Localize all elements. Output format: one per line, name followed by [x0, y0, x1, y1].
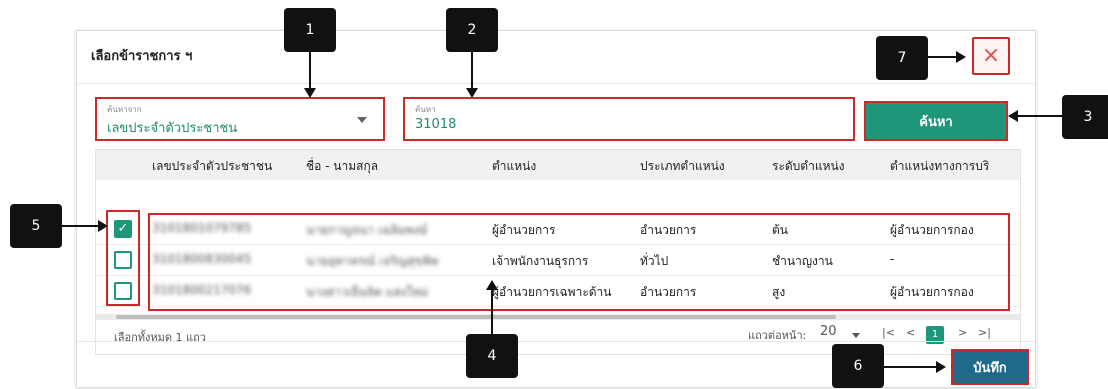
search-input-label: ค้นหา — [415, 105, 436, 114]
callout-7: 7 — [876, 36, 928, 80]
chevron-down-icon — [357, 117, 367, 123]
callout-3-line — [1016, 115, 1062, 117]
arrow-down-icon — [304, 88, 316, 98]
results-table: เลขประจำตัวประชาชน ชื่อ - นามสกุล ตำแหน่… — [95, 149, 1021, 355]
column-header-position-level[interactable]: ระดับตำแหน่ง — [772, 157, 845, 176]
search-source-value: เลขประจำตัวประชาชน — [107, 121, 238, 136]
column-header-position-type[interactable]: ประเภทตำแหน่ง — [640, 157, 725, 176]
footer-divider — [77, 341, 1035, 342]
column-header-admin-position[interactable]: ตำแหน่งทางการบริ — [890, 157, 989, 176]
callout-7-line — [928, 56, 958, 58]
table-header: เลขประจำตัวประชาชน ชื่อ - นามสกุล ตำแหน่… — [96, 150, 1020, 180]
rows-highlight — [148, 213, 1010, 311]
arrow-up-icon — [486, 280, 498, 290]
arrow-left-icon — [1008, 110, 1018, 122]
callout-6: 6 — [832, 344, 884, 388]
callout-6-line — [884, 366, 938, 368]
callout-5: 5 — [10, 204, 62, 248]
callout-2-line — [471, 52, 473, 90]
checkbox-highlight — [106, 210, 140, 306]
callout-2: 2 — [446, 8, 498, 52]
callout-1: 1 — [284, 8, 336, 52]
arrow-down-icon — [466, 88, 478, 98]
last-page-button[interactable]: >| — [978, 326, 991, 346]
arrow-right-icon — [956, 51, 966, 63]
scrollbar-thumb[interactable] — [116, 315, 836, 319]
close-icon: × — [981, 43, 1001, 68]
search-source-select[interactable]: ค้นหาจาก เลขประจำตัวประชาชน — [95, 97, 385, 141]
column-header-name[interactable]: ชื่อ - นามสกุล — [306, 157, 378, 176]
rows-per-page-label: แถวต่อหน้า: — [748, 329, 807, 342]
header-divider — [77, 83, 1035, 84]
callout-3: 3 — [1062, 95, 1108, 139]
first-page-button[interactable]: |< — [882, 326, 895, 346]
callout-1-line — [309, 52, 311, 90]
callout-4-line — [491, 288, 493, 334]
arrow-right-icon — [936, 361, 946, 373]
search-button[interactable]: ค้นหา — [864, 101, 1008, 141]
close-button[interactable]: × — [972, 37, 1010, 75]
column-header-position[interactable]: ตำแหน่ง — [492, 157, 536, 176]
next-page-button[interactable]: > — [958, 326, 967, 346]
chevron-down-icon[interactable] — [852, 333, 860, 338]
callout-4: 4 — [466, 334, 518, 378]
search-input-value: 31018 — [415, 117, 457, 132]
horizontal-scrollbar[interactable] — [96, 314, 1020, 320]
arrow-right-icon — [98, 220, 108, 232]
search-input[interactable]: ค้นหา 31018 — [403, 97, 855, 141]
search-source-label: ค้นหาจาก — [107, 105, 142, 114]
dialog-title: เลือกข้าราชการ ฯ — [91, 49, 193, 64]
select-officer-dialog: เลือกข้าราชการ ฯ × ค้นหาจาก เลขประจำตัวป… — [76, 30, 1036, 388]
selected-count: เลือกทั้งหมด 1 แถว — [114, 331, 206, 344]
column-header-id[interactable]: เลขประจำตัวประชาชน — [152, 157, 272, 176]
callout-5-line — [62, 225, 100, 227]
prev-page-button[interactable]: < — [906, 326, 915, 346]
save-button[interactable]: บันทึก — [951, 349, 1029, 385]
